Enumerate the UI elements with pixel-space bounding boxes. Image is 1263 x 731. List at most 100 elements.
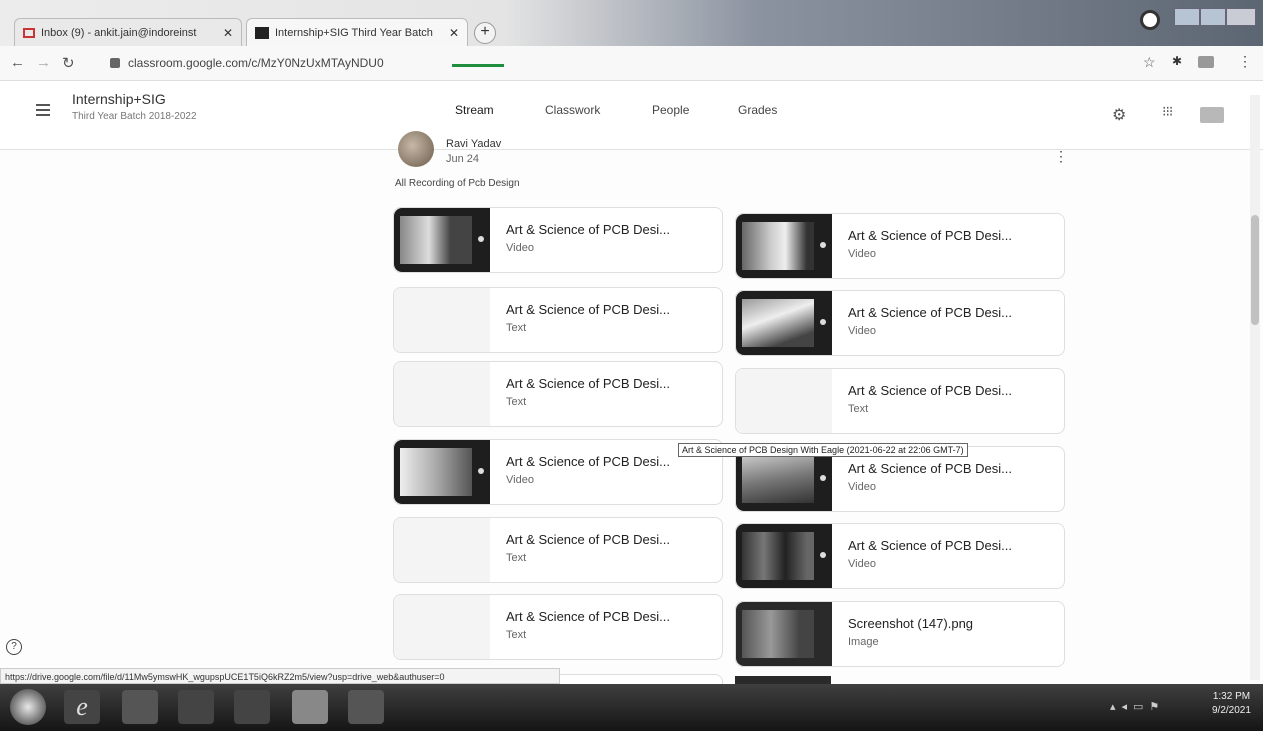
tab-classwork[interactable]: Classwork [545, 103, 600, 117]
windows-taskbar: e ▴◂▭⚑ [0, 684, 1263, 731]
attachment-card[interactable]: Art & Science of PCB Desi... Video [393, 439, 723, 505]
video-thumbnail [736, 214, 832, 278]
clock-date: 9/2/2021 [1212, 705, 1251, 716]
attachment-type: Text [506, 629, 527, 641]
main-menu-icon[interactable] [36, 101, 50, 119]
close-tab-icon[interactable]: ✕ [223, 26, 233, 40]
forward-arrow-icon[interactable]: → [36, 54, 51, 71]
browser-tab-strip: Inbox (9) - ankit.jain@indoreinst ✕ Inte… [0, 0, 1263, 46]
attachment-title: Art & Science of PCB Desi... [848, 383, 1013, 398]
extension-icon[interactable]: ✱ [1172, 54, 1182, 68]
attachment-card[interactable]: Art & Science of PCB Desi... Text [393, 517, 723, 583]
bookmark-star-icon[interactable]: ☆ [1143, 54, 1156, 71]
close-window-button[interactable] [1226, 8, 1256, 26]
page-scrollbar[interactable] [1250, 95, 1260, 680]
system-tray-icons[interactable]: ▴◂▭⚑ [1110, 700, 1200, 714]
attachment-card[interactable]: Art & Science of PCB Desi... Video [393, 207, 723, 273]
close-tab-icon[interactable]: ✕ [449, 26, 459, 40]
attachment-title: Art & Science of PCB Desi... [506, 532, 671, 547]
maximize-button[interactable] [1200, 8, 1226, 26]
attachment-title: Art & Science of PCB Desi... [848, 228, 1013, 243]
back-arrow-icon[interactable]: ← [10, 54, 25, 71]
attachment-title: Art & Science of PCB Desi... [506, 454, 671, 469]
tab-label: Internship+SIG Third Year Batch [275, 26, 433, 39]
address-bar[interactable]: classroom.google.com/c/MzY0NzUxMTAyNDU0 [110, 52, 1120, 74]
word-icon[interactable] [348, 690, 384, 724]
extension-puzzle-icon[interactable] [1198, 56, 1214, 68]
help-icon[interactable]: ? [6, 639, 22, 655]
link-status-bar: https://drive.google.com/file/d/11Mw5yms… [0, 668, 560, 684]
attachment-type: Video [506, 242, 534, 254]
text-thumbnail [394, 288, 490, 352]
attachment-type: Text [506, 396, 527, 408]
media-player-icon[interactable] [178, 690, 214, 724]
browser-tab-classroom[interactable]: Internship+SIG Third Year Batch ✕ [246, 18, 468, 46]
attachment-type: Video [848, 481, 876, 493]
attachment-card-partial[interactable] [735, 676, 831, 684]
post-options-icon[interactable]: ⋮ [1054, 148, 1068, 165]
attachment-card[interactable]: Screenshot (147).png Image [735, 601, 1065, 667]
profile-icon[interactable] [1140, 10, 1160, 30]
file-explorer-icon[interactable] [122, 690, 158, 724]
attachment-card[interactable]: Art & Science of PCB Desi... Text [393, 287, 723, 353]
video-thumbnail [394, 208, 490, 272]
classroom-header: Internship+SIG Third Year Batch 2018-202… [0, 81, 1263, 150]
attachment-type: Text [506, 322, 527, 334]
window-controls [1138, 4, 1258, 40]
author-avatar [398, 131, 434, 167]
browser-menu-icon[interactable]: ⋮ [1238, 53, 1252, 70]
tab-grades[interactable]: Grades [738, 103, 777, 117]
browser-toolbar: ← → ↻ classroom.google.com/c/MzY0NzUxMTA… [0, 46, 1263, 81]
text-thumbnail [394, 518, 490, 582]
video-thumbnail [736, 291, 832, 355]
attachment-card[interactable]: Art & Science of PCB Desi... Video [735, 213, 1065, 279]
firefox-icon[interactable] [234, 690, 270, 724]
attachment-title: Art & Science of PCB Desi... [848, 461, 1013, 476]
start-button[interactable] [10, 689, 46, 725]
tab-people[interactable]: People [652, 103, 689, 117]
lock-icon [110, 58, 120, 68]
tab-label: Inbox (9) - ankit.jain@indoreinst [41, 26, 197, 39]
taskbar-clock[interactable]: 1:32 PM 9/2/2021 [1212, 690, 1251, 718]
attachment-type: Text [506, 552, 527, 564]
attachment-card[interactable]: Art & Science of PCB Desi... Video [735, 290, 1065, 356]
attachment-type: Video [848, 248, 876, 260]
attachment-card[interactable]: Art & Science of PCB Desi... Video [735, 523, 1065, 589]
settings-gear-icon[interactable]: ⚙ [1112, 105, 1126, 125]
attachment-title: Art & Science of PCB Desi... [848, 538, 1013, 553]
attachment-type: Video [848, 558, 876, 570]
chrome-taskbar-icon[interactable] [292, 690, 328, 724]
gmail-icon [23, 27, 35, 38]
active-tab-indicator [452, 64, 504, 67]
minimize-button[interactable] [1174, 8, 1200, 26]
internet-explorer-icon[interactable]: e [64, 690, 100, 724]
attachment-title: Art & Science of PCB Desi... [506, 222, 671, 237]
reload-icon[interactable]: ↻ [62, 54, 75, 72]
attachment-type: Text [848, 403, 869, 415]
new-tab-button[interactable]: + [474, 22, 496, 44]
text-thumbnail [394, 362, 490, 426]
attachment-card[interactable]: Art & Science of PCB Desi... Text [393, 361, 723, 427]
text-thumbnail [736, 369, 832, 433]
scrollbar-thumb[interactable] [1251, 215, 1259, 325]
attachment-title: Art & Science of PCB Desi... [506, 302, 671, 317]
apps-grid-icon[interactable]: ⁝⁝⁝ [1162, 103, 1173, 120]
class-subtitle: Third Year Batch 2018-2022 [72, 111, 197, 122]
attachment-title: Art & Science of PCB Desi... [506, 609, 671, 624]
attachment-card[interactable]: Art & Science of PCB Desi... Text [393, 594, 723, 660]
video-thumbnail [736, 524, 832, 588]
account-avatar[interactable] [1200, 107, 1224, 123]
post-author: Ravi Yadav [446, 138, 502, 150]
image-thumbnail [736, 602, 832, 666]
browser-tab-inbox[interactable]: Inbox (9) - ankit.jain@indoreinst ✕ [14, 18, 242, 46]
attachment-type: Video [848, 325, 876, 337]
class-title[interactable]: Internship+SIG [72, 91, 166, 107]
post-description: All Recording of Pcb Design [395, 178, 520, 189]
hover-tooltip: Art & Science of PCB Design With Eagle (… [678, 443, 968, 457]
attachment-title: Art & Science of PCB Desi... [506, 376, 671, 391]
classroom-icon [255, 26, 269, 39]
clock-time: 1:32 PM [1212, 691, 1251, 702]
attachment-card[interactable]: Art & Science of PCB Desi... Text [735, 368, 1065, 434]
tab-stream[interactable]: Stream [455, 103, 494, 117]
attachment-title: Screenshot (147).png [848, 616, 974, 631]
